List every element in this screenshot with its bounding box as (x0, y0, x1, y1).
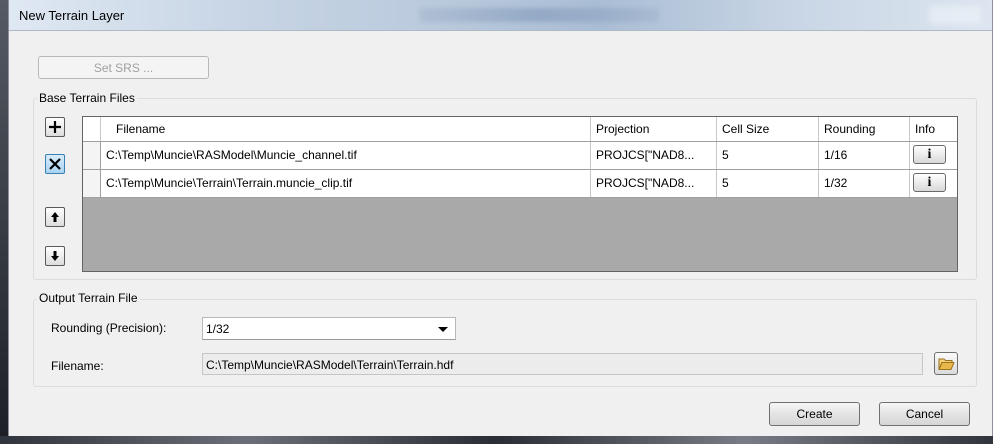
table-row[interactable]: C:\Temp\Muncie\RASModel\Muncie_channel.t… (83, 142, 957, 170)
cancel-button[interactable]: Cancel (879, 402, 970, 426)
add-file-button[interactable] (45, 117, 65, 137)
background-bottom (0, 436, 993, 444)
remove-file-button[interactable] (45, 154, 65, 174)
set-srs-label: Set SRS ... (93, 60, 154, 75)
cell-info: i (910, 142, 957, 169)
chevron-down-icon (438, 327, 448, 332)
cell-filename[interactable]: C:\Temp\Muncie\Terrain\Terrain.muncie_cl… (101, 170, 591, 197)
blurred-window-controls (929, 6, 981, 24)
new-terrain-layer-dialog: New Terrain Layer Set SRS ... Base Terra… (8, 0, 993, 436)
cell-cell-size[interactable]: 5 (717, 142, 819, 169)
row-header[interactable] (83, 142, 101, 169)
base-terrain-files-title: Base Terrain Files (37, 91, 137, 105)
set-srs-button[interactable]: Set SRS ... (38, 56, 209, 79)
browse-folder-button[interactable] (934, 352, 958, 375)
info-button[interactable]: i (913, 145, 946, 164)
output-terrain-file-title: Output Terrain File (37, 291, 140, 305)
cell-projection[interactable]: PROJCS["NAD8... (591, 170, 717, 197)
folder-open-icon (937, 358, 955, 370)
window-title: New Terrain Layer (19, 8, 125, 23)
column-header-info[interactable]: Info (910, 117, 957, 141)
info-icon: i (927, 174, 932, 190)
table-row[interactable]: C:\Temp\Muncie\Terrain\Terrain.muncie_cl… (83, 170, 957, 198)
header-corner (83, 117, 101, 141)
arrow-up-icon (51, 212, 59, 222)
close-icon (49, 158, 61, 170)
cancel-label: Cancel (905, 407, 944, 421)
column-header-projection[interactable]: Projection (591, 117, 717, 141)
cell-rounding[interactable]: 1/16 (819, 142, 910, 169)
grid-header: Filename Projection Cell Size Rounding I… (83, 117, 957, 142)
rounding-precision-value: 1/32 (206, 322, 230, 336)
filename-label: Filename: (51, 359, 104, 373)
cell-cell-size[interactable]: 5 (717, 170, 819, 197)
column-header-rounding[interactable]: Rounding (819, 117, 910, 141)
arrow-down-icon (51, 251, 59, 261)
create-label: Create (796, 407, 833, 421)
blurred-title-area (419, 8, 659, 22)
info-button[interactable]: i (913, 173, 946, 192)
info-icon: i (927, 146, 932, 162)
move-down-button[interactable] (45, 246, 65, 266)
create-button[interactable]: Create (769, 402, 860, 426)
column-header-cell-size[interactable]: Cell Size (717, 117, 819, 141)
rounding-label: Rounding (Precision): (51, 321, 167, 335)
cell-filename[interactable]: C:\Temp\Muncie\RASModel\Muncie_channel.t… (101, 142, 591, 169)
plus-icon (49, 121, 61, 133)
base-terrain-grid[interactable]: Filename Projection Cell Size Rounding I… (82, 116, 958, 272)
row-header[interactable] (83, 170, 101, 197)
rounding-precision-select[interactable]: 1/32 (202, 317, 456, 340)
cell-projection[interactable]: PROJCS["NAD8... (591, 142, 717, 169)
cell-rounding[interactable]: 1/32 (819, 170, 910, 197)
title-bar[interactable]: New Terrain Layer (9, 0, 992, 31)
move-up-button[interactable] (45, 207, 65, 227)
cell-info: i (910, 170, 957, 197)
column-header-filename[interactable]: Filename (101, 117, 591, 141)
output-filename-field[interactable]: C:\Temp\Muncie\RASModel\Terrain\Terrain.… (202, 353, 923, 375)
